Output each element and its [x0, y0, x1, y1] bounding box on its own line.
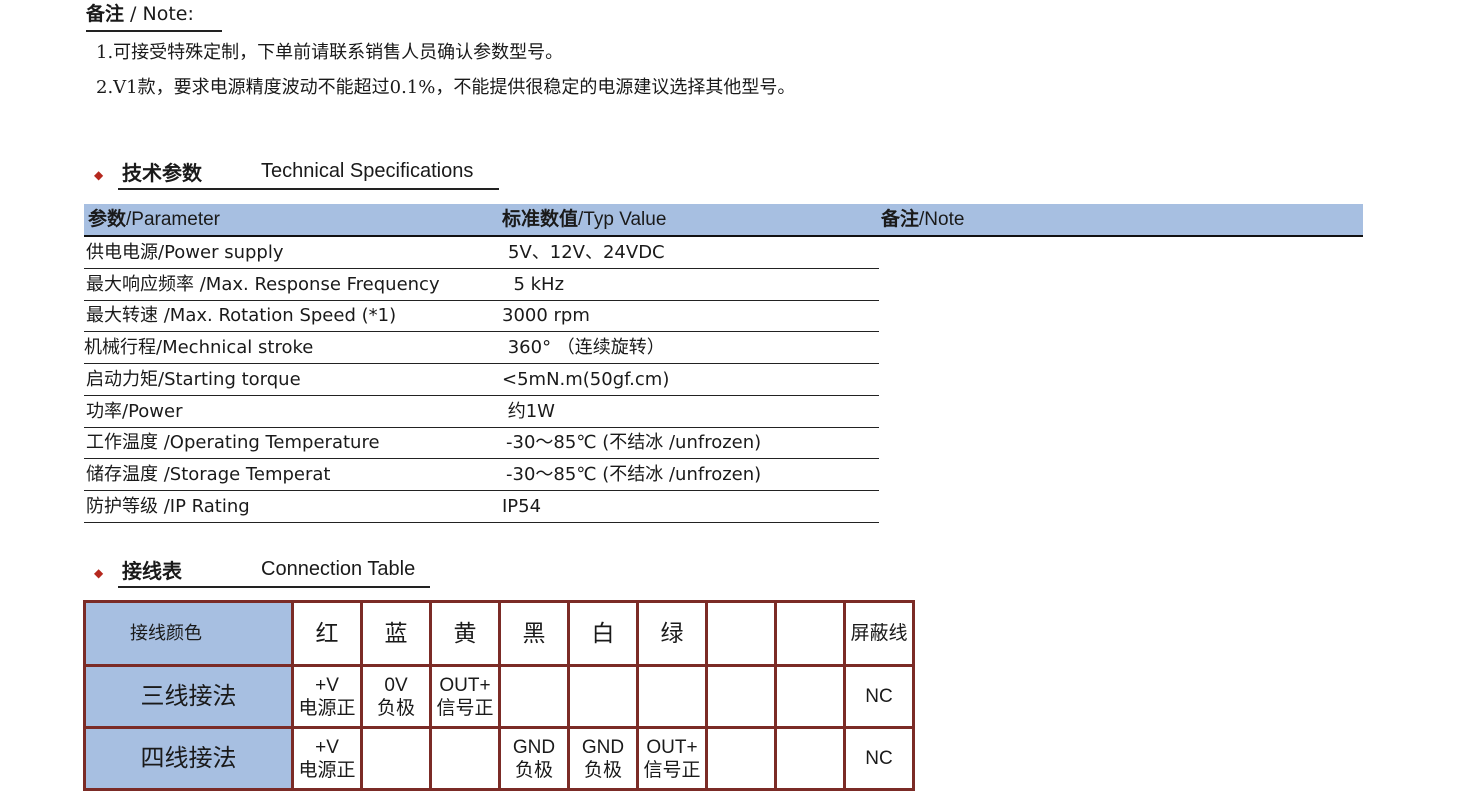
spec-row-mechanical-stroke: 机械行程/Mechnical stroke 360° （连续旋转） — [84, 332, 879, 364]
connection-heading-en: Connection Table — [261, 558, 416, 580]
spec-row-ip-rating: 防护等级 /IP Rating IP54 — [84, 491, 879, 523]
col-typ-value: 标准数值/Typ Value — [502, 209, 667, 230]
wire-cell — [429, 726, 501, 791]
color-cell: 黄 — [429, 600, 501, 667]
wire-cell — [567, 664, 639, 729]
note-item-1: 1.可接受特殊定制，下单前请联系销售人员确认参数型号。 — [96, 42, 564, 63]
col-note: 备注/Note — [881, 209, 965, 230]
wire-cell-shield: NC — [843, 726, 915, 791]
note-heading: 备注 / Note: — [86, 0, 222, 32]
wire-cell: OUT+ 信号正 — [429, 664, 501, 729]
note-title-zh: 备注 — [86, 3, 125, 25]
col-parameter: 参数/Parameter — [88, 209, 220, 230]
note-title-en: / Note: — [124, 3, 194, 25]
heading-underline — [118, 188, 499, 190]
color-cell: 白 — [567, 600, 639, 667]
spec-row-power: 功率/Power 约1W — [84, 396, 879, 428]
color-cell: 黑 — [498, 600, 570, 667]
wire-color-label: 接线颜色 — [83, 600, 294, 667]
wire-color-row: 接线颜色 红 蓝 黄 黑 白 绿 屏蔽线 — [83, 600, 915, 667]
heading-underline — [118, 586, 430, 588]
note-item-2: 2.V1款，要求电源精度波动不能超过0.1%，不能提供很稳定的电源建议选择其他型… — [96, 77, 796, 98]
spec-row-starting-torque: 启动力矩/Starting torque <5mN.m(50gf.cm) — [84, 364, 879, 396]
spec-row-power-supply: 供电电源/Power supply 5V、12V、24VDC — [84, 237, 879, 269]
three-wire-label: 三线接法 — [83, 664, 294, 729]
wire-cell — [774, 726, 846, 791]
spec-row-storage-temperature: 储存温度 /Storage Temperat -30～85℃ (不结冰 /unfr… — [84, 459, 879, 491]
spec-row-response-frequency: 最大响应频率 /Max. Response Frequency 5 kHz — [84, 269, 879, 301]
color-cell: 蓝 — [360, 600, 432, 667]
connection-heading-zh: 接线表 — [122, 559, 182, 583]
wire-cell: 0V 负极 — [360, 664, 432, 729]
spec-table-header: 参数/Parameter 标准数值/Typ Value 备注/Note — [84, 204, 1363, 237]
color-cell: 绿 — [636, 600, 708, 667]
wire-cell: +V 电源正 — [291, 726, 363, 791]
connection-table: 接线颜色 红 蓝 黄 黑 白 绿 屏蔽线 三线接法 +V 电源正 0V 负极 OUT… — [83, 600, 915, 791]
color-cell-shield: 屏蔽线 — [843, 600, 915, 667]
diamond-bullet-icon: ◆ — [94, 566, 104, 580]
diamond-bullet-icon: ◆ — [94, 168, 104, 182]
tech-specs-heading-en: Technical Specifications — [261, 160, 474, 182]
wire-cell-shield: NC — [843, 664, 915, 729]
wire-cell: +V 电源正 — [291, 664, 363, 729]
four-wire-label: 四线接法 — [83, 726, 294, 791]
color-cell: 红 — [291, 600, 363, 667]
four-wire-row: 四线接法 +V 电源正 GND 负极 GND 负极 OUT+ 信号正 NC — [83, 726, 915, 791]
wire-cell — [498, 664, 570, 729]
color-cell — [705, 600, 777, 667]
wire-cell: GND 负极 — [498, 726, 570, 791]
wire-cell: GND 负极 — [567, 726, 639, 791]
wire-cell — [774, 664, 846, 729]
tech-specs-heading-zh: 技术参数 — [122, 161, 202, 185]
wire-cell — [636, 664, 708, 729]
wire-cell: OUT+ 信号正 — [636, 726, 708, 791]
wire-cell — [360, 726, 432, 791]
three-wire-row: 三线接法 +V 电源正 0V 负极 OUT+ 信号正 NC — [83, 664, 915, 729]
spec-row-operating-temperature: 工作温度 /Operating Temperature -30～85℃ (不结冰 … — [84, 427, 879, 459]
wire-cell — [705, 664, 777, 729]
spec-row-rotation-speed: 最大转速 /Max. Rotation Speed (*1) 3000 rpm — [84, 300, 879, 332]
wire-cell — [705, 726, 777, 791]
color-cell — [774, 600, 846, 667]
